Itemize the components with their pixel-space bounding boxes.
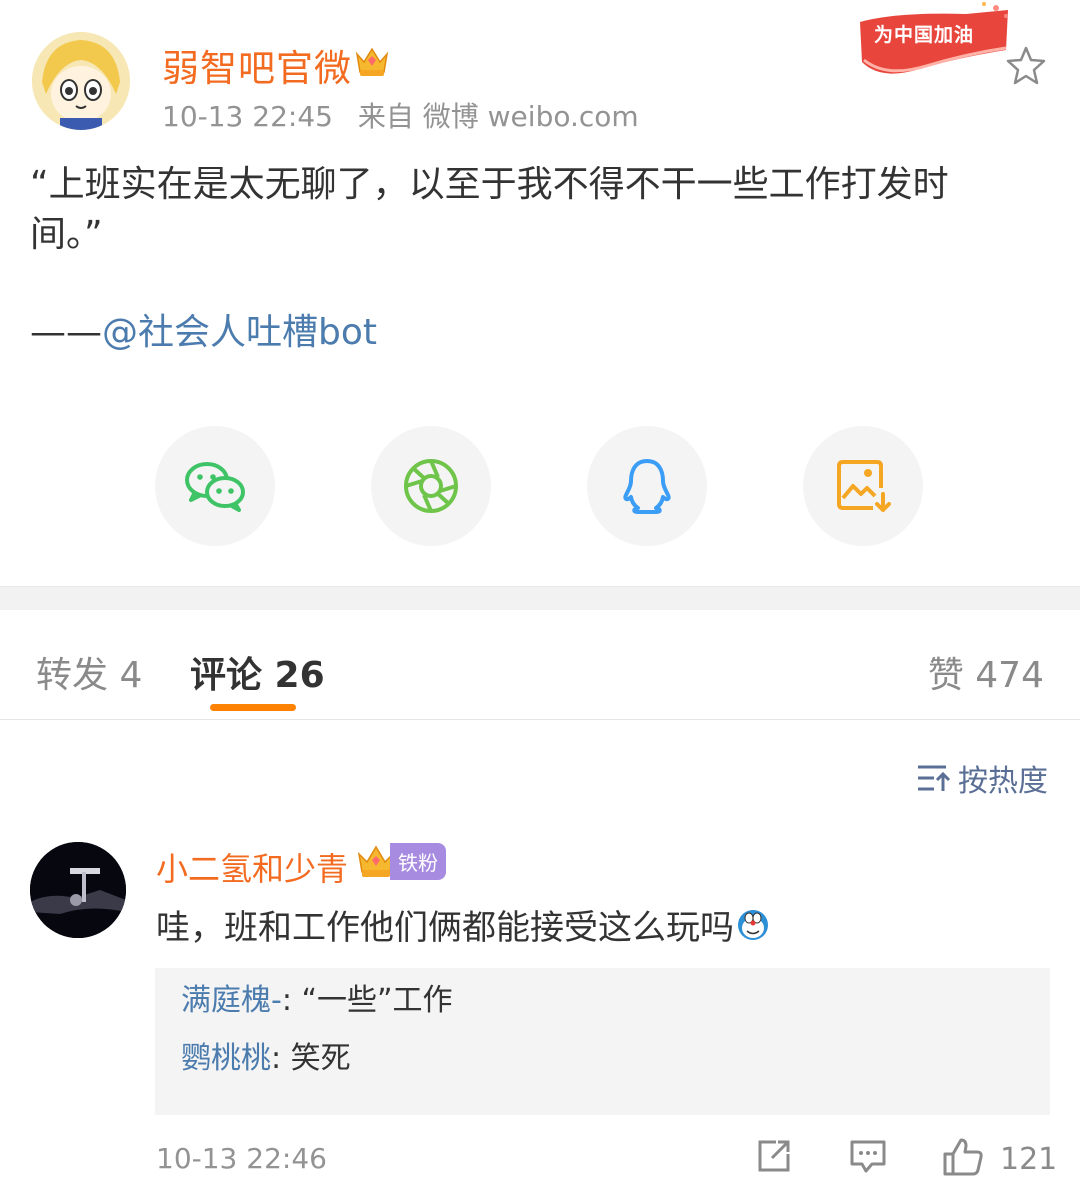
moments-icon xyxy=(404,459,458,513)
active-tab-indicator xyxy=(210,704,296,711)
signature-dash: —— xyxy=(30,312,102,353)
comment-text: 哇，班和工作他们俩都能接受这么玩吗 xyxy=(156,900,770,949)
sort-label: 按热度 xyxy=(958,764,1048,799)
reply-text: : 笑死 xyxy=(271,1041,351,1076)
reply-preview-box[interactable]: 满庭槐-: “一些”工作 鹦桃桃: 笑死 xyxy=(155,968,1050,1115)
sort-icon xyxy=(918,765,951,791)
author-name[interactable]: 弱智吧官微 xyxy=(162,38,352,92)
qq-icon xyxy=(623,459,671,514)
post-meta: 10-13 22:45 来自 微博 weibo.com xyxy=(162,95,655,135)
commenter-avatar[interactable] xyxy=(30,842,126,938)
reply-item[interactable]: 满庭槐-: “一些”工作 xyxy=(181,986,1024,1016)
reply-author[interactable]: 鹦桃桃 xyxy=(181,1041,271,1076)
crown-icon xyxy=(354,44,390,78)
commenter-name[interactable]: 小二氢和少青 xyxy=(156,844,348,890)
comment-text-content: 哇，班和工作他们俩都能接受这么玩吗 xyxy=(156,908,734,948)
tab-comment[interactable]: 评论 26 xyxy=(190,646,325,698)
tab-forward[interactable]: 转发 4 xyxy=(36,646,142,698)
post-text-line2: 间。” xyxy=(30,214,103,255)
save-image-button[interactable] xyxy=(803,426,923,546)
post-header: 弱智吧官微 10-13 22:45 来自 微博 weibo.com 为中国加油 xyxy=(0,0,1080,140)
thumbs-up-icon xyxy=(943,1138,983,1176)
favorite-star-icon[interactable] xyxy=(1004,44,1048,88)
reply-text: : “一些”工作 xyxy=(281,983,453,1018)
like-button[interactable] xyxy=(942,1136,984,1182)
section-divider xyxy=(0,586,1080,610)
share-moments-button[interactable] xyxy=(371,426,491,546)
share-qq-button[interactable] xyxy=(587,426,707,546)
reply-item[interactable]: 鹦桃桃: 笑死 xyxy=(181,1044,1024,1074)
comment-icon xyxy=(850,1140,886,1173)
fan-label: 铁粉 xyxy=(390,842,446,880)
save-image-icon xyxy=(837,460,891,512)
fan-badge: 铁粉 xyxy=(356,842,446,880)
reply-button[interactable] xyxy=(848,1136,888,1180)
post-text-line1: “上班实在是太无聊了，以至于我不得不干一些工作打发时 xyxy=(30,164,949,205)
interaction-tabs: 转发 4 评论 26 赞 474 xyxy=(0,610,1080,720)
post-time: 10-13 22:45 xyxy=(162,100,333,133)
wechat-icon xyxy=(185,462,245,512)
author-avatar[interactable] xyxy=(32,32,130,130)
campaign-text: 为中国加油 xyxy=(874,24,975,46)
share-wechat-button[interactable] xyxy=(155,426,275,546)
reply-author[interactable]: 满庭槐- xyxy=(181,983,282,1018)
post-text: “上班实在是太无聊了，以至于我不得不干一些工作打发时 间。” xyxy=(30,160,1040,260)
comment-time: 10-13 22:46 xyxy=(156,1142,327,1175)
post-source: 来自 微博 weibo.com xyxy=(357,100,639,133)
mention-link[interactable]: @社会人吐槽bot xyxy=(102,312,377,353)
like-count: 121 xyxy=(1000,1142,1058,1177)
sort-button[interactable]: 按热度 xyxy=(916,756,1048,800)
post-signature: ——@社会人吐槽bot xyxy=(30,308,377,358)
tab-like[interactable]: 赞 474 xyxy=(928,646,1044,698)
doraemon-emoji-icon xyxy=(738,909,768,940)
repost-icon xyxy=(758,1140,790,1172)
repost-button[interactable] xyxy=(754,1136,794,1180)
